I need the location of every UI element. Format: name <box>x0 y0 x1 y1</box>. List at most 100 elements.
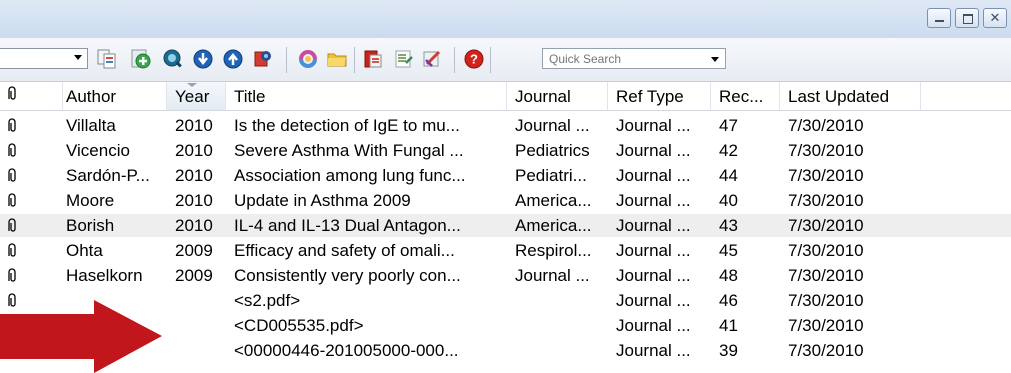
copy-formatted-icon[interactable] <box>96 48 118 70</box>
author-cell: Ohta <box>66 241 103 260</box>
year-cell: 2010 <box>175 216 213 235</box>
column-header-ref-type[interactable]: Ref Type <box>608 82 711 110</box>
sort-indicator-icon <box>187 83 197 87</box>
column-header-last-updated[interactable]: Last Updated <box>780 82 921 110</box>
chevron-down-icon[interactable] <box>711 57 719 62</box>
upload-icon[interactable] <box>222 48 244 70</box>
column-header-label: Title <box>234 87 266 106</box>
record-number-cell: 39 <box>719 341 738 360</box>
toolbar-separator <box>454 47 455 73</box>
chevron-down-icon <box>74 55 82 60</box>
column-header-record-number[interactable]: Rec... <box>711 82 780 110</box>
download-icon[interactable] <box>192 48 214 70</box>
column-header-label: Last Updated <box>788 87 890 106</box>
column-header-label: Ref Type <box>616 87 684 106</box>
paperclip-icon <box>8 243 16 257</box>
title-cell: <CD005535.pdf> <box>234 316 364 335</box>
title-cell: IL-4 and IL-13 Dual Antagon... <box>234 216 461 235</box>
ref-type-cell: Journal ... <box>616 116 691 135</box>
record-number-cell: 41 <box>719 316 738 335</box>
table-row[interactable]: Villalta 2010 Is the detection of IgE to m… <box>0 114 1011 137</box>
year-cell: 2009 <box>175 266 213 285</box>
column-header-row: Author Year Title Journal Ref Type Rec..… <box>0 82 1011 111</box>
column-header-label: Rec... <box>719 87 764 106</box>
table-row[interactable]: Vicencio 2010 Severe Asthma With Fungal ..… <box>0 139 1011 162</box>
output-style-dropdown[interactable] <box>0 48 88 69</box>
column-header-attachment[interactable] <box>0 82 63 110</box>
column-header-journal[interactable]: Journal <box>507 82 608 110</box>
ref-type-cell: Journal ... <box>616 341 691 360</box>
close-button[interactable]: ✕ <box>983 8 1007 28</box>
year-cell: 2010 <box>175 116 213 135</box>
year-cell: 2010 <box>175 191 213 210</box>
last-updated-cell: 7/30/2010 <box>788 316 864 335</box>
window-controls: ✕ <box>927 8 1007 28</box>
author-cell: Haselkorn <box>66 266 143 285</box>
new-reference-icon[interactable] <box>130 48 152 70</box>
journal-cell: Respirol... <box>515 241 592 260</box>
record-number-cell: 44 <box>719 166 738 185</box>
record-number-cell: 48 <box>719 266 738 285</box>
title-cell: Consistently very poorly con... <box>234 266 461 285</box>
year-cell <box>167 314 226 337</box>
journal-cell: Journal ... <box>515 116 590 135</box>
svg-text:?: ? <box>470 52 478 67</box>
close-icon: ✕ <box>989 10 1001 25</box>
author-cell: Moore <box>66 191 115 210</box>
column-header-label: Year <box>175 87 210 106</box>
help-icon[interactable]: ? <box>463 48 485 70</box>
table-row[interactable]: Haselkorn 2009 Consistently very poorly co… <box>0 264 1011 287</box>
record-number-cell: 40 <box>719 191 738 210</box>
paperclip-icon <box>8 118 16 132</box>
insert-citation-icon[interactable] <box>362 48 384 70</box>
column-header-author[interactable]: Author <box>58 82 167 110</box>
journal-cell <box>507 339 608 362</box>
endnote-window: ✕ ? Quick Search Author Year Title Journ… <box>0 0 1011 373</box>
minimize-button[interactable] <box>927 8 951 28</box>
record-number-cell: 42 <box>719 141 738 160</box>
maximize-button[interactable] <box>955 8 979 28</box>
record-number-cell: 46 <box>719 291 738 310</box>
table-row[interactable]: Moore 2010 Update in Asthma 2009 America...… <box>0 189 1011 212</box>
ref-type-cell: Journal ... <box>616 316 691 335</box>
sync-icon[interactable] <box>252 48 274 70</box>
last-updated-cell: 7/30/2010 <box>788 166 864 185</box>
online-search-icon[interactable] <box>162 48 184 70</box>
toolbar-separator <box>286 47 287 73</box>
table-row[interactable]: Borish 2010 IL-4 and IL-13 Dual Antagon...… <box>0 214 1011 237</box>
paperclip-icon <box>8 193 16 207</box>
ref-type-cell: Journal ... <box>616 166 691 185</box>
record-number-cell: 43 <box>719 216 738 235</box>
year-cell: 2010 <box>175 166 213 185</box>
column-header-label: Author <box>66 87 117 106</box>
quick-search-input[interactable] <box>543 49 703 68</box>
find-full-text-icon[interactable] <box>297 48 319 70</box>
ref-type-cell: Journal ... <box>616 291 691 310</box>
journal-cell: Journal ... <box>515 266 590 285</box>
ref-type-cell: Journal ... <box>616 266 691 285</box>
last-updated-cell: 7/30/2010 <box>788 291 864 310</box>
year-cell <box>167 339 226 362</box>
last-updated-cell: 7/30/2010 <box>788 241 864 260</box>
last-updated-cell: 7/30/2010 <box>788 216 864 235</box>
table-row[interactable]: Ohta 2009 Efficacy and safety of omali... R… <box>0 239 1011 262</box>
journal-cell: America... <box>515 216 592 235</box>
title-cell: Is the detection of IgE to mu... <box>234 116 460 135</box>
quick-search-combobox[interactable] <box>542 48 726 69</box>
last-updated-cell: 7/30/2010 <box>788 266 864 285</box>
author-cell: Vicencio <box>66 141 130 160</box>
open-folder-icon[interactable] <box>326 48 348 70</box>
column-header-year[interactable]: Year <box>167 82 226 110</box>
author-cell: Sardón-P... <box>66 166 150 185</box>
journal-cell: Pediatri... <box>515 166 587 185</box>
column-header-title[interactable]: Title <box>226 82 507 110</box>
ref-type-cell: Journal ... <box>616 141 691 160</box>
table-row[interactable]: Sardón-P... 2010 Association among lung fu… <box>0 164 1011 187</box>
format-bibliography-icon[interactable] <box>393 48 415 70</box>
edit-style-icon[interactable] <box>421 48 443 70</box>
title-cell: <s2.pdf> <box>234 291 301 310</box>
paperclip-icon <box>8 86 16 100</box>
last-updated-cell: 7/30/2010 <box>788 191 864 210</box>
column-header-label: Journal <box>515 87 571 106</box>
title-bar: ✕ <box>0 0 1011 38</box>
